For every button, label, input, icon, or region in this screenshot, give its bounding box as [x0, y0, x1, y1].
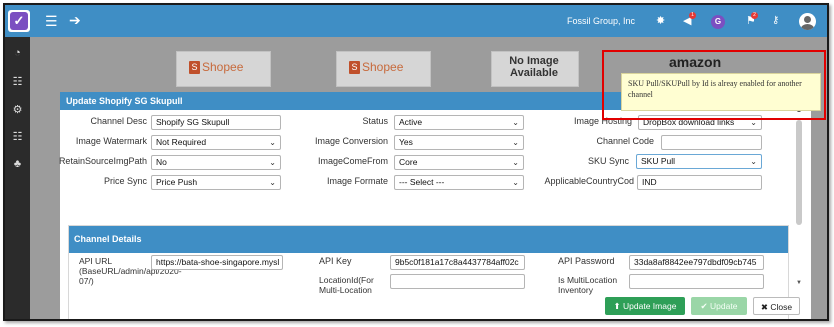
applicable-country-label: ApplicableCountryCod — [544, 176, 634, 186]
chevron-down-icon: ⌄ — [512, 118, 519, 127]
image-conversion-select[interactable]: Yes ⌄ — [394, 135, 524, 150]
channel-code-input[interactable] — [661, 135, 762, 150]
scroll-thumb[interactable] — [796, 120, 802, 225]
channel-desc-input[interactable]: Shopify SG Skupull — [151, 115, 281, 130]
account-avatar[interactable]: G — [711, 15, 725, 29]
chevron-down-icon: ⌄ — [269, 178, 276, 187]
image-conversion-label: Image Conversion — [314, 136, 388, 146]
shopee-bag-icon: S — [349, 61, 360, 75]
chevron-down-icon: ⌄ — [512, 178, 519, 187]
catalog-icon[interactable]: ☷ — [5, 130, 30, 143]
scroll-down-icon[interactable]: ▼ — [794, 280, 804, 286]
api-url-input[interactable]: https://bata-shoe-singapore.mysl — [151, 255, 283, 270]
update-button[interactable]: ✔ Update — [691, 297, 747, 315]
api-password-input[interactable]: 33da8af8842ee797dbdf09cb745 — [629, 255, 764, 270]
image-watermark-label: Image Watermark — [75, 136, 147, 146]
is-multi-location-input[interactable] — [629, 274, 764, 289]
settings-gear-icon[interactable]: ✸ — [656, 5, 665, 37]
warning-tooltip: SKU Pull/SKUPull by Id is alreay enabled… — [621, 73, 821, 111]
close-button[interactable]: ✖ Close — [753, 297, 800, 315]
update-channel-modal: Update Shopify SG Skupull Channel Desc S… — [58, 92, 811, 319]
location-id-input[interactable] — [390, 274, 525, 289]
sidebar: ◔ ☷ ⚙ ☷ ♣ — [5, 37, 30, 319]
status-select[interactable]: Active ⌄ — [394, 115, 524, 130]
channel-details-title: Channel Details — [69, 226, 788, 253]
list-icon[interactable]: ☷ — [5, 75, 30, 88]
api-key-input[interactable]: 9b5c0f181a17c8a4437784aff02c — [390, 255, 525, 270]
app-logo[interactable]: ✓ — [8, 10, 30, 32]
api-password-label: API Password — [558, 256, 615, 266]
chevron-down-icon: ⌄ — [269, 158, 276, 167]
top-navbar: ✓ ☰ ➔ Fossil Group, Inc ✸ ◀ 1 G ⚑ 2 ⚷ — [5, 5, 827, 37]
api-key-label: API Key — [319, 256, 352, 266]
app-window: ✓ ☰ ➔ Fossil Group, Inc ✸ ◀ 1 G ⚑ 2 ⚷ ◔ … — [3, 3, 829, 321]
image-watermark-select[interactable]: Not Required ⌄ — [151, 135, 281, 150]
shopee-bag-icon: S — [189, 61, 200, 75]
location-id-label: LocationId(For Multi-Location — [319, 275, 374, 295]
image-hosting-select[interactable]: DropBox download links ⌄ — [638, 115, 762, 130]
upload-icon: ⬆ — [613, 301, 624, 311]
sku-sync-select[interactable]: SKU Pull ⌄ — [636, 154, 762, 169]
price-sync-label: Price Sync — [103, 176, 147, 186]
status-label: Status — [362, 116, 388, 126]
amazon-logo: amazon — [669, 54, 722, 70]
image-formate-label: Image Formate — [326, 176, 388, 186]
company-name[interactable]: Fossil Group, Inc — [567, 5, 635, 37]
is-multi-location-label: Is MultiLocation Inventory — [558, 275, 618, 295]
channel-code-label: Channel Code — [596, 136, 654, 146]
chevron-down-icon: ⌄ — [269, 138, 276, 147]
image-hosting-label: Image Hosting — [573, 116, 632, 126]
key-icon[interactable]: ⚷ — [772, 5, 779, 37]
close-icon: ✖ — [760, 302, 771, 312]
chevron-down-icon: ⌄ — [512, 138, 519, 147]
chevron-down-icon: ⌄ — [750, 118, 757, 127]
image-formate-select[interactable]: --- Select --- ⌄ — [394, 175, 524, 190]
users-icon[interactable]: ♣ — [5, 158, 30, 170]
check-icon: ✔ — [700, 301, 711, 311]
channel-desc-label: Channel Desc — [90, 116, 147, 126]
flag-icon[interactable]: ⚑ — [746, 5, 756, 37]
settings-icon[interactable]: ⚙ — [5, 103, 30, 116]
image-come-from-label: ImageComeFrom — [317, 156, 388, 166]
applicable-country-input[interactable]: IND — [637, 175, 762, 190]
hamburger-menu-icon[interactable]: ☰ — [45, 5, 58, 37]
no-image-placeholder: No Image Available — [509, 55, 559, 79]
retain-source-select[interactable]: No ⌄ — [151, 155, 281, 170]
megaphone-icon[interactable]: ◀ — [683, 5, 691, 37]
retain-source-label: RetainSourceImgPath — [58, 156, 147, 166]
notification-badge: 1 — [689, 12, 696, 19]
chevron-down-icon: ⌄ — [512, 158, 519, 167]
dashboard-icon[interactable]: ◔ — [5, 47, 30, 59]
upload-image-button[interactable]: ⬆ Update Image — [605, 297, 685, 315]
chevron-down-icon: ⌄ — [750, 157, 757, 166]
image-come-from-select[interactable]: Core ⌄ — [394, 155, 524, 170]
shopee-logo: S Shopee — [349, 60, 409, 75]
back-arrow-icon[interactable]: ➔ — [69, 5, 81, 36]
user-avatar-icon[interactable] — [799, 13, 816, 30]
sku-sync-label: SKU Sync — [587, 156, 629, 166]
price-sync-select[interactable]: Price Push ⌄ — [151, 175, 281, 190]
shopee-logo: S Shopee — [189, 60, 249, 75]
modal-scrollbar[interactable]: ▲ ▼ — [794, 108, 804, 286]
flag-badge: 2 — [751, 12, 758, 19]
checkmark-icon: ✓ — [10, 12, 28, 30]
